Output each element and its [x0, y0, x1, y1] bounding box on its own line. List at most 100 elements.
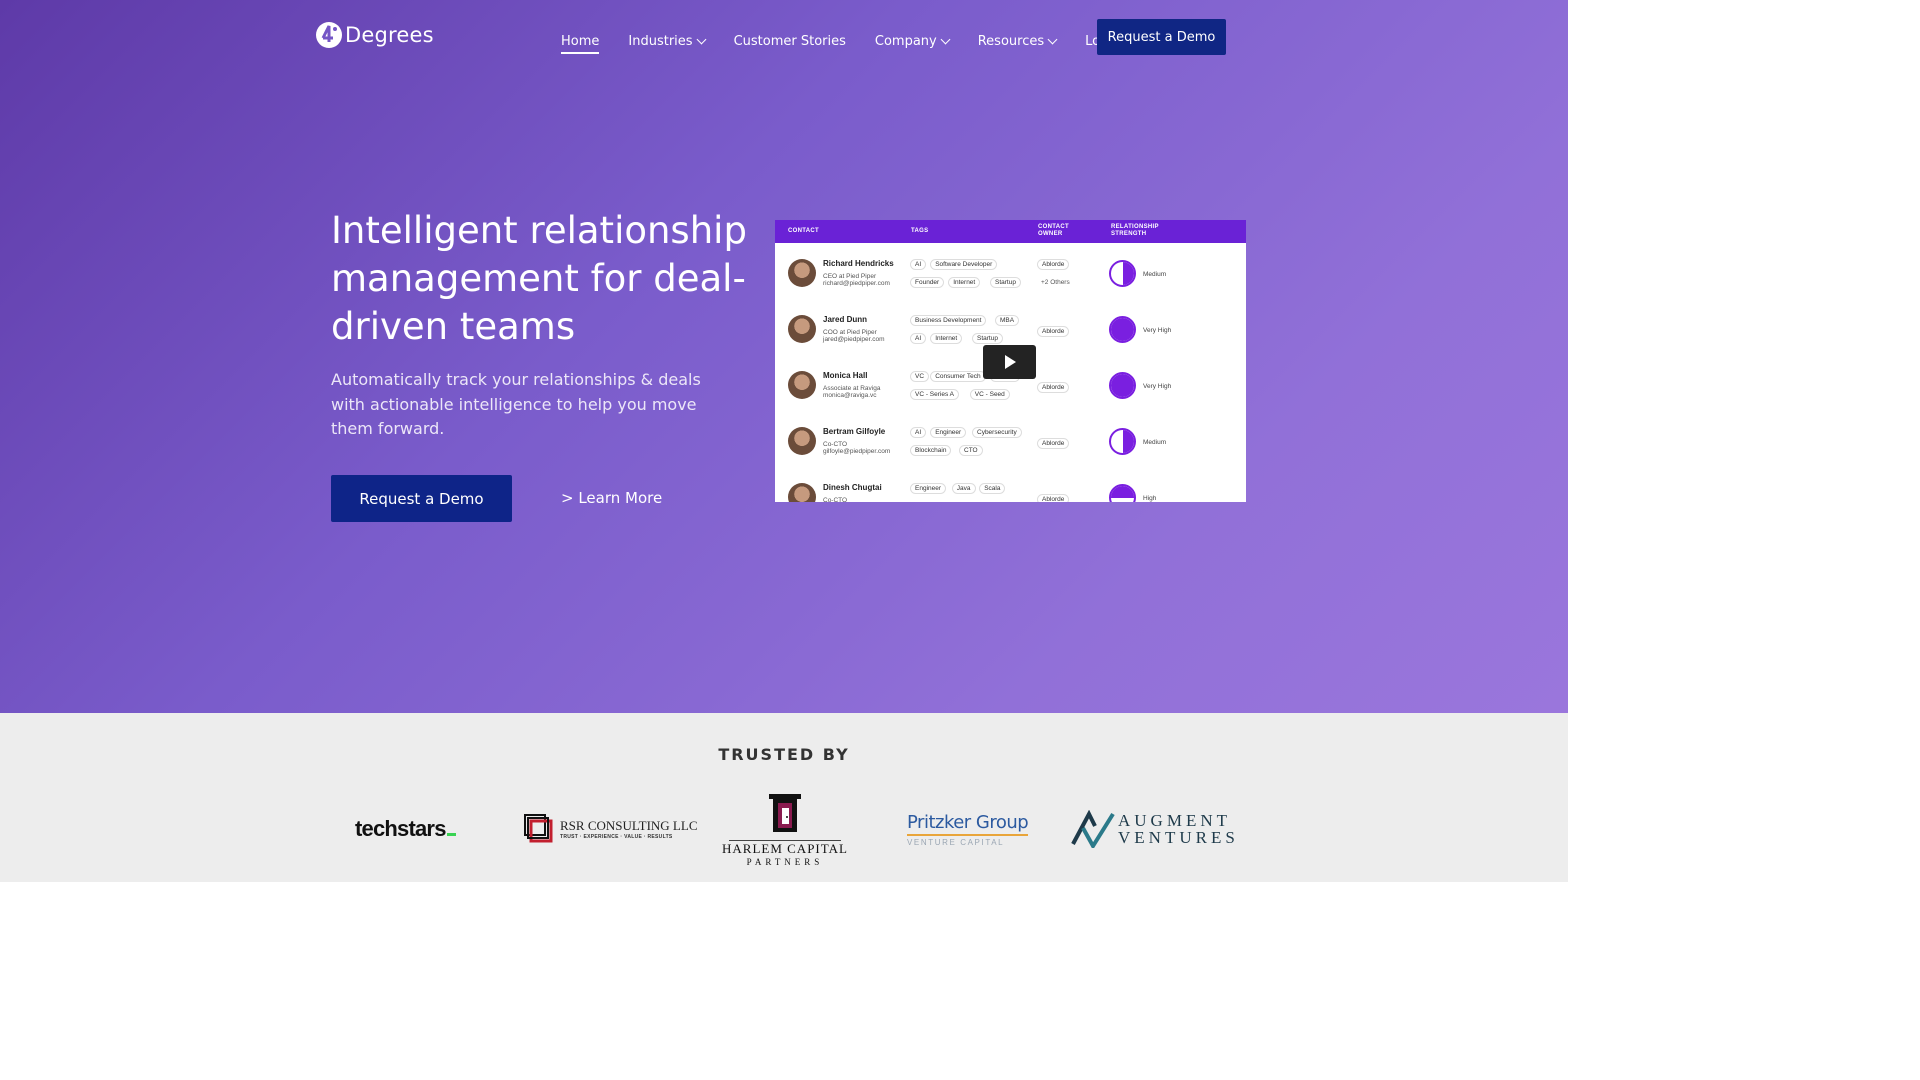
chevron-down-icon [940, 34, 951, 45]
hero-section: Degrees Home Industries Customer Stories Co… [0, 0, 1568, 713]
relationship-strength-indicator [1109, 372, 1136, 399]
harlem-subtitle: PARTNERS [746, 857, 824, 867]
header-contact: CONTACT [788, 228, 819, 234]
contact-role: Associate at Raviga [823, 385, 881, 392]
harlem-capital-logo: HARLEM CAPITAL PARTNERS [721, 794, 849, 867]
tag-chip: Business Development [910, 315, 987, 326]
nav-item-label: Company [874, 34, 937, 49]
hero-subtitle: Automatically track your relationships &… [331, 370, 701, 438]
nav-item-customer-stories[interactable]: Customer Stories [734, 34, 846, 49]
contact-email: monica@raviga.vc [823, 392, 877, 399]
tag-chip: Scala [979, 483, 1006, 494]
contact-name: Dinesh Chugtai [823, 483, 882, 492]
tag-chip: AI [910, 427, 927, 438]
relationship-strength-indicator [1109, 316, 1136, 343]
contact-name: Monica Hall [823, 371, 868, 380]
relationship-strength-indicator [1109, 428, 1136, 455]
contact-owner: Ablorde [1037, 438, 1070, 449]
nav-item-label: Customer Stories [733, 34, 846, 49]
tag-chip: Internet [930, 333, 963, 344]
contact-owner: Ablorde [1037, 259, 1070, 270]
avatar [788, 371, 816, 399]
video-table-header: CONTACT TAGS CONTACT OWNER RELATIONSHIP … [775, 220, 1246, 243]
augment-subtitle: VENTURES [1118, 828, 1239, 847]
contact-role: Co-CTO [823, 497, 848, 502]
hero-request-demo-button[interactable]: Request a Demo [331, 475, 512, 522]
tag-chip: VC [910, 371, 930, 382]
nav-links: Home Industries Customer Stories Company Res… [561, 29, 1149, 54]
tag-chip: AI [910, 333, 927, 344]
contact-name: Bertram Gilfoyle [823, 427, 886, 436]
tag-chip: Software Developer [930, 259, 998, 270]
augment-av-icon [1071, 810, 1115, 848]
avatar [788, 483, 816, 502]
video-play-button[interactable] [983, 345, 1036, 379]
nav-item-label: Resources [977, 34, 1045, 49]
contact-email: richard@piedpiper.com [823, 280, 890, 287]
nav-request-demo-button[interactable]: Request a Demo [1097, 19, 1226, 55]
tag-chip: Founder [910, 277, 945, 288]
four-degrees-logo-icon [314, 20, 344, 50]
relationship-strength-label: Very High [1143, 383, 1172, 390]
chevron-down-icon [696, 34, 707, 45]
nav-item-company[interactable]: Company [874, 34, 951, 49]
relationship-strength-label: Medium [1143, 271, 1167, 278]
augment-wordmark: AUGMENT [1118, 811, 1231, 830]
techstars-wordmark: techstars [355, 816, 446, 841]
harlem-wordmark: HARLEM CAPITAL [722, 841, 848, 856]
relationship-strength-indicator [1109, 260, 1136, 287]
tag-chip: Engineer [930, 427, 967, 438]
contact-email: gilfoyle@piedpiper.com [823, 448, 891, 455]
contact-row: Richard Hendricks CEO at Pied Piper richar… [775, 243, 1246, 299]
tag-chip: VC - Series A [910, 389, 960, 400]
trusted-by-section: TRUSTED BY techstars RSR CONSULTING LLC … [0, 713, 1568, 882]
contact-row: Bertram Gilfoyle Co-CTO gilfoyle@piedpiper… [775, 411, 1246, 467]
play-icon [1004, 355, 1016, 369]
tag-chip: AI [910, 259, 927, 270]
techstars-underscore [446, 833, 456, 836]
contact-row: Dinesh Chugtai Co-CTO Engineer Java Scala Abl… [775, 467, 1246, 502]
tag-chip: MBA [995, 315, 1020, 326]
contact-email: jared@piedpiper.com [823, 336, 885, 343]
nav-item-home[interactable]: Home [561, 34, 600, 54]
contact-owner: Ablorde [1037, 494, 1070, 502]
relationship-strength-label: High [1143, 495, 1157, 502]
rsr-consulting-logo: RSR CONSULTING LLC TRUST · EXPERIENCE · … [523, 813, 697, 845]
contact-owner: Ablorde [1037, 326, 1070, 337]
nav-item-industries[interactable]: Industries [628, 34, 707, 49]
contact-role: Co-CTO [823, 441, 848, 448]
pritzker-subtitle: VENTURE CAPITAL [907, 838, 1005, 847]
tag-chip: Cybersecurity [972, 427, 1022, 438]
rsr-tagline: TRUST · EXPERIENCE · VALUE · RESULTS [560, 834, 673, 840]
pritzker-wordmark: Pritzker Group [907, 812, 1029, 836]
avatar [788, 427, 816, 455]
avatar [788, 315, 816, 343]
brand-name: Degrees [345, 23, 434, 47]
hero-title: Intelligent relationship management for … [331, 209, 747, 348]
contact-name: Richard Hendricks [823, 259, 894, 268]
tag-chip: Startup [990, 277, 1021, 288]
contact-role: CEO at Pied Piper [823, 273, 877, 280]
nav-item-resources[interactable]: Resources [977, 34, 1058, 49]
augment-ventures-logo: AUGMENT VENTURES [1071, 810, 1239, 848]
header-tags: TAGS [911, 228, 929, 234]
avatar [788, 259, 816, 287]
learn-more-link[interactable]: > Learn More [561, 489, 662, 507]
tag-chip: Consumer Tech [930, 371, 986, 382]
tag-chip: Blockchain [910, 445, 952, 456]
tag-chip: Startup [972, 333, 1003, 344]
relationship-strength-label: Very High [1143, 327, 1172, 334]
strength-fill [1111, 318, 1134, 341]
rsr-squares-icon [524, 814, 553, 843]
header-strength: RELATIONSHIP STRENGTH [1111, 224, 1159, 237]
product-video[interactable]: CONTACT TAGS CONTACT OWNER RELATIONSHIP … [775, 220, 1246, 502]
chevron-down-icon [1047, 34, 1058, 45]
relationship-strength-label: Medium [1143, 439, 1167, 446]
contact-owner: Ablorde [1037, 382, 1070, 393]
harlem-door-icon [769, 794, 801, 832]
top-navigation: Degrees Home Industries Customer Stories Co… [0, 0, 1568, 74]
tag-chip: Engineer [910, 483, 947, 494]
brand-logo[interactable]: Degrees [314, 20, 434, 50]
relationship-strength-indicator [1109, 484, 1136, 502]
rsr-wordmark: RSR CONSULTING LLC [560, 818, 698, 833]
